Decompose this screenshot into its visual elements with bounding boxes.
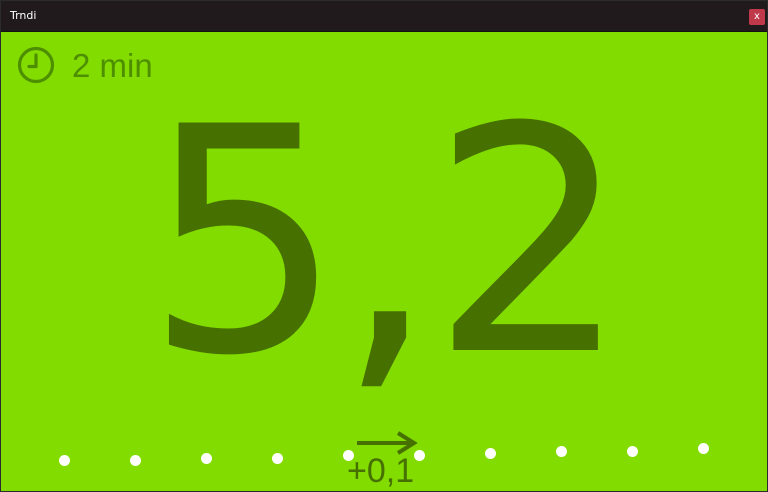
main-display: 2 min 5,2 +0,1 [1, 32, 767, 491]
close-button[interactable]: x [749, 9, 765, 25]
history-dot [271, 452, 283, 464]
history-dot [484, 447, 496, 459]
history-dot [129, 454, 141, 466]
history-dot [200, 452, 212, 464]
title-bar[interactable]: Trndi x [1, 1, 767, 32]
app-window: Trndi x 2 min 5,2 +0,1 [0, 0, 768, 492]
history-dot [555, 445, 567, 457]
window-title: Trndi [10, 9, 37, 22]
history-dot [697, 442, 709, 454]
history-dot [626, 445, 638, 457]
reading-delta: +0,1 [347, 452, 415, 490]
history-dot [58, 454, 70, 466]
glucose-reading: 5,2 [144, 60, 629, 424]
